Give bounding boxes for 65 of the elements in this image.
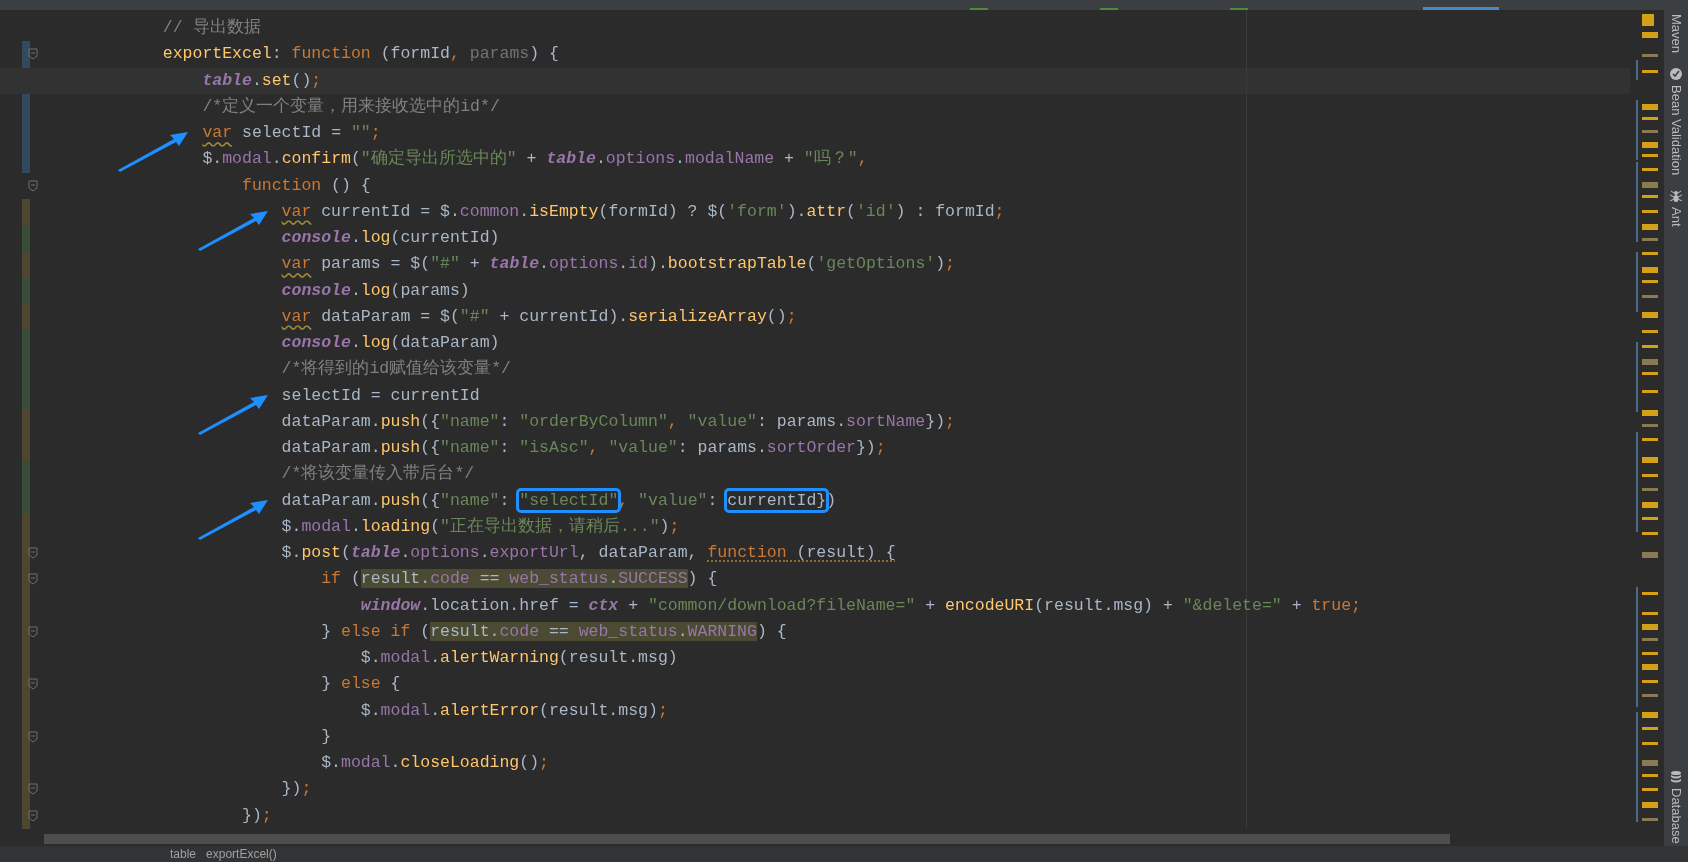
change-marker[interactable]: [22, 303, 30, 330]
code-line: $.modal.alertError(result.msg);: [360, 700, 668, 720]
change-marker[interactable]: [22, 277, 30, 304]
code-line: });: [281, 779, 312, 799]
fold-icon[interactable]: [28, 179, 38, 192]
code-line: window.location.href = ctx + "common/download?fileName=" + encodeURI(result.msg) + "&delete=" + true;: [360, 595, 1361, 615]
code-line: } else if (result.code == web_status.WARNING) {: [321, 621, 787, 641]
code-line: $.post(table.options.exportUrl, dataParam, function (result) {: [281, 543, 896, 562]
code-line: var params = $("#" + table.options.id).bootstrapTable('getOptions');: [281, 254, 955, 274]
code-line: /*将该变量传入带后台*/: [281, 464, 475, 484]
code-line: $.modal.loading("正在导出数据，请稍后...");: [281, 516, 680, 536]
change-marker[interactable]: [22, 435, 30, 462]
tool-window-tab[interactable]: Bean Validation: [1666, 85, 1686, 176]
change-marker[interactable]: [22, 225, 30, 252]
change-marker[interactable]: [22, 408, 30, 435]
code-line: /*将得到的id赋值给该变量*/: [281, 359, 511, 379]
code-line: var selectId = "";: [202, 123, 381, 142]
ant-icon: [1669, 189, 1683, 204]
fold-icon[interactable]: [28, 809, 38, 822]
fold-icon[interactable]: [28, 547, 38, 559]
fold-icon[interactable]: [28, 625, 38, 638]
code-line: $.modal.alertWarning(result.msg): [360, 648, 678, 667]
tool-window-tab[interactable]: Database: [1666, 788, 1686, 844]
change-marker[interactable]: [22, 461, 30, 488]
change-marker[interactable]: [22, 198, 30, 225]
code-line: $.modal.confirm("确定导出所选中的" + table.options.modalName + "吗？",: [202, 149, 868, 169]
code-line: /*定义一个变量，用来接收选中的id*/: [202, 96, 500, 116]
code-line: console.log(dataParam): [281, 333, 500, 352]
change-marker[interactable]: [22, 93, 30, 120]
code-line: var currentId = $.common.isEmpty(formId) ? $('form').attr('id') : formId;: [281, 201, 1005, 221]
code-line: selectId = currentId: [281, 385, 480, 405]
code-line: }: [321, 726, 332, 746]
fold-icon[interactable]: [28, 730, 38, 743]
change-marker[interactable]: [22, 802, 30, 829]
code-line: dataParam.push({"name": "isAsc", "value": params.sortOrder});: [281, 438, 886, 457]
code-line: console.log(params): [281, 280, 470, 300]
change-marker[interactable]: [22, 330, 30, 357]
code-line: exportExcel: function (formId, params) {: [162, 44, 559, 64]
code-line: });: [242, 805, 272, 825]
change-marker[interactable]: [22, 513, 30, 540]
code-line: $.modal.closeLoading();: [321, 753, 549, 772]
code-line: } else {: [321, 674, 401, 694]
code-line: var dataParam = $("#" + currentId).serializeArray();: [281, 306, 797, 326]
fold-icon[interactable]: [28, 48, 38, 61]
check-badge-icon: [1669, 67, 1683, 82]
fold-icon[interactable]: [28, 573, 38, 586]
change-marker[interactable]: [22, 487, 30, 514]
code-line: console.log(currentId): [281, 228, 500, 247]
change-marker[interactable]: [22, 251, 30, 278]
code-line: dataParam.push({"name": "orderByColumn", "value": params.sortName});: [281, 411, 955, 431]
breadcrumb[interactable]: table: [170, 846, 197, 862]
code-line: if (result.code == web_status.SUCCESS) {: [321, 569, 718, 589]
code-line: function () {: [242, 175, 371, 195]
change-marker[interactable]: [22, 382, 30, 409]
tool-window-tab[interactable]: Ant: [1666, 207, 1686, 227]
code-line: // 导出数据: [162, 18, 261, 37]
fold-icon[interactable]: [28, 783, 38, 796]
code-line: table.set();: [202, 70, 322, 90]
change-marker[interactable]: [22, 41, 30, 68]
breadcrumb[interactable]: exportExcel(): [206, 846, 277, 862]
fold-icon[interactable]: [28, 678, 38, 691]
tool-window-tab[interactable]: Maven: [1666, 14, 1686, 54]
database-icon: [1669, 770, 1683, 785]
horizontal-scrollbar[interactable]: [44, 833, 1450, 844]
change-marker[interactable]: [22, 146, 30, 173]
